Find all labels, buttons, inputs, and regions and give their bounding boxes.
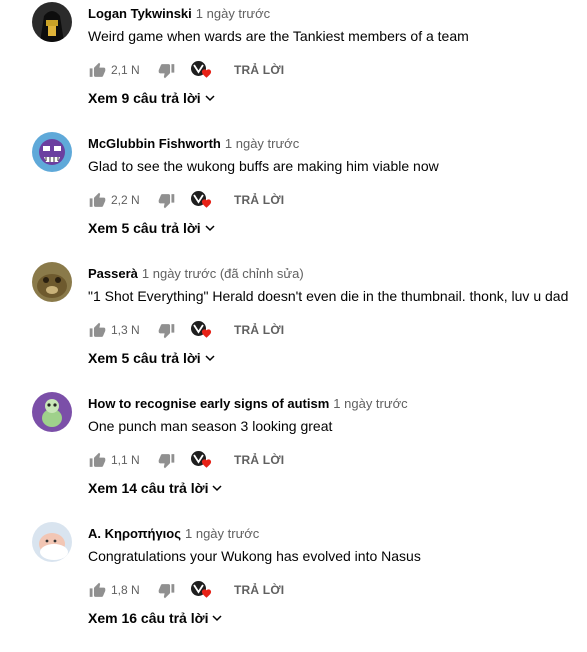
- creator-heart-icon: [191, 320, 213, 340]
- like-count: 2,2 N: [111, 193, 140, 207]
- view-replies-label: Xem 16 câu trả lời: [88, 610, 209, 626]
- reply-button[interactable]: TRẢ LỜI: [234, 453, 284, 467]
- like-icon[interactable]: [88, 581, 106, 599]
- dislike-icon[interactable]: [157, 321, 175, 339]
- comment-time[interactable]: 1 ngày trước: [185, 526, 259, 541]
- creator-heart-icon: [191, 580, 213, 600]
- comment-item: How to recognise early signs of autism 1 …: [0, 392, 587, 522]
- comment-time[interactable]: 1 ngày trước: [196, 6, 270, 21]
- comment-text: Congratulations your Wukong has evolved …: [88, 548, 421, 564]
- chevron-down-icon: [205, 95, 215, 102]
- comment-author[interactable]: Passerà: [88, 266, 138, 281]
- comment-item: McGlubbin Fishworth 1 ngày trước Glad to …: [0, 132, 587, 262]
- dislike-icon[interactable]: [157, 191, 175, 209]
- chevron-down-icon: [212, 485, 222, 492]
- reply-button[interactable]: TRẢ LỜI: [234, 63, 284, 77]
- comment-item: Logan Tykwinski 1 ngày trước Weird game w…: [0, 2, 587, 132]
- view-replies-button[interactable]: Xem 16 câu trả lời: [88, 610, 223, 626]
- like-icon[interactable]: [88, 321, 106, 339]
- reply-button[interactable]: TRẢ LỜI: [234, 193, 284, 207]
- like-icon[interactable]: [88, 61, 106, 79]
- comment-text: One punch man season 3 looking great: [88, 418, 333, 434]
- creator-heart-icon: [191, 190, 213, 210]
- dislike-icon[interactable]: [157, 61, 175, 79]
- chevron-down-icon: [205, 225, 215, 232]
- comment-text: Weird game when wards are the Tankiest m…: [88, 28, 469, 44]
- view-replies-label: Xem 5 câu trả lời: [88, 350, 201, 366]
- like-count: 1,3 N: [111, 323, 140, 337]
- comment-time[interactable]: 1 ngày trước (đã chỉnh sửa): [142, 266, 304, 281]
- author-avatar[interactable]: [32, 392, 72, 432]
- comment-author[interactable]: A. Κηροπήγιος: [88, 526, 181, 541]
- dislike-icon[interactable]: [157, 581, 175, 599]
- comment-text: Glad to see the wukong buffs are making …: [88, 158, 439, 174]
- comment-author[interactable]: McGlubbin Fishworth: [88, 136, 221, 151]
- comment-author[interactable]: How to recognise early signs of autism: [88, 396, 329, 411]
- view-replies-label: Xem 14 câu trả lời: [88, 480, 209, 496]
- creator-heart-icon: [191, 60, 213, 80]
- like-icon[interactable]: [88, 451, 106, 469]
- author-avatar[interactable]: [32, 132, 72, 172]
- view-replies-button[interactable]: Xem 5 câu trả lời: [88, 350, 216, 366]
- reply-button[interactable]: TRẢ LỜI: [234, 323, 284, 337]
- view-replies-button[interactable]: Xem 9 câu trả lời: [88, 90, 216, 106]
- chevron-down-icon: [212, 615, 222, 622]
- comment-author[interactable]: Logan Tykwinski: [88, 6, 192, 21]
- comment-list: Logan Tykwinski 1 ngày trước Weird game w…: [0, 0, 587, 637]
- view-replies-button[interactable]: Xem 5 câu trả lời: [88, 220, 216, 236]
- comment-time[interactable]: 1 ngày trước: [225, 136, 299, 151]
- comment-item: Passerà 1 ngày trước (đã chỉnh sửa) "1 Sh…: [0, 262, 587, 392]
- view-replies-label: Xem 9 câu trả lời: [88, 90, 201, 106]
- chevron-down-icon: [205, 355, 215, 362]
- author-avatar[interactable]: [32, 262, 72, 302]
- author-avatar[interactable]: [32, 522, 72, 562]
- creator-heart-icon: [191, 450, 213, 470]
- comment-item: A. Κηροπήγιος 1 ngày trước Congratulation…: [0, 522, 587, 652]
- like-count: 1,8 N: [111, 583, 140, 597]
- like-icon[interactable]: [88, 191, 106, 209]
- view-replies-button[interactable]: Xem 14 câu trả lời: [88, 480, 223, 496]
- like-count: 1,1 N: [111, 453, 140, 467]
- comment-text: "1 Shot Everything" Herald doesn't even …: [88, 288, 569, 304]
- author-avatar[interactable]: [32, 2, 72, 42]
- view-replies-label: Xem 5 câu trả lời: [88, 220, 201, 236]
- reply-button[interactable]: TRẢ LỜI: [234, 583, 284, 597]
- comment-time[interactable]: 1 ngày trước: [333, 396, 407, 411]
- dislike-icon[interactable]: [157, 451, 175, 469]
- like-count: 2,1 N: [111, 63, 140, 77]
